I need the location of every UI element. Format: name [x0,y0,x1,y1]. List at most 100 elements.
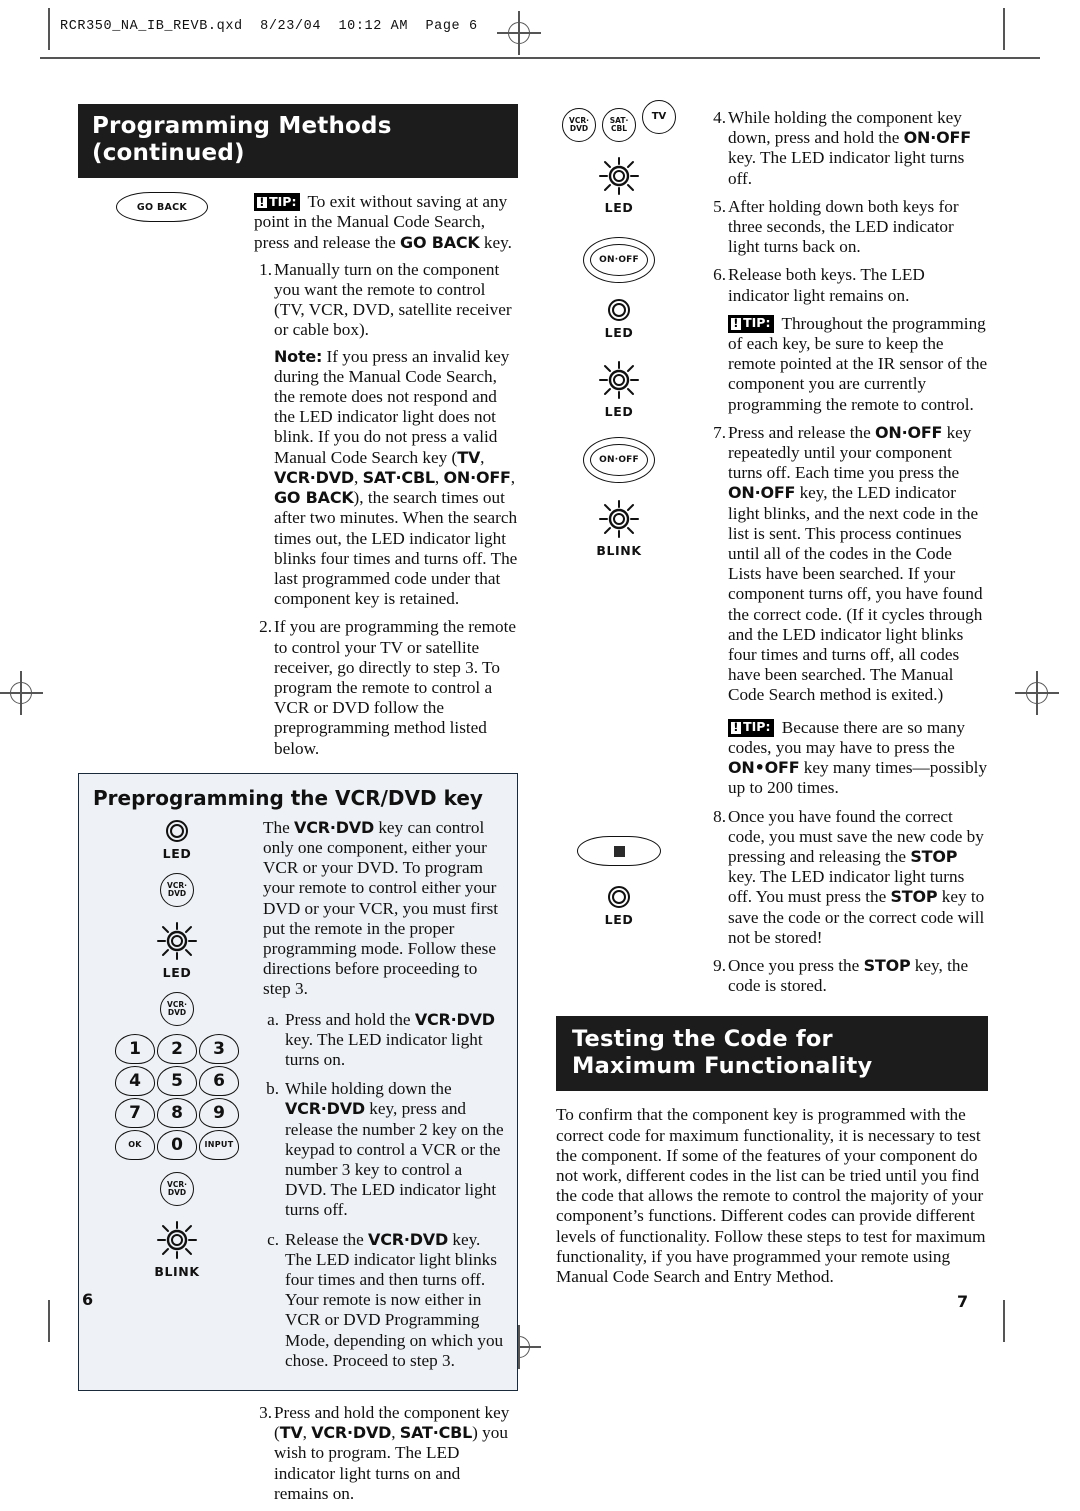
number-keypad-icon: 1 2 3 4 5 6 7 8 9 OK 0 INPUT [115,1033,239,1160]
stop-key-icon [577,836,661,866]
panel-text: The VCR·DVD key can control only one com… [263,818,505,1371]
step-2: 2. If you are programming the remote to … [254,617,518,758]
step-9-number: 9. [713,955,726,975]
step-5-number: 5. [713,196,726,216]
panel-icon-gutter: LED VCR· DVD LED VCR· DVD 1 2 3 4 5 6 7 … [97,818,257,1279]
step-4-text-b: key. The LED indicator light turns off. [728,148,965,188]
on-off-key-icon-2: ON·OFF [583,437,655,483]
vcr-dvd-key-icon-3: VCR· DVD [160,1171,194,1206]
led-label-6: LED [604,912,634,927]
trim-mark-bottom-right [1003,1300,1005,1342]
trim-mark-bottom-left [48,1300,50,1342]
on-off-key-icon-1: ON·OFF [583,237,655,283]
banner-line-2: Maximum Functionality [572,1052,873,1079]
step-9: 9. Once you press the STOP key, the code… [708,956,988,996]
vcr-dvd-key-label-2: VCR· DVD [167,1000,187,1017]
note-label: Note: [274,346,323,366]
led-blinking-icon-2 [157,1220,197,1259]
panel-step-b-number: b. [266,1079,279,1099]
numpad-key-5: 5 [157,1065,197,1096]
note-key-onoff: ON·OFF [443,467,511,487]
note-key-vcrdvd: VCR·DVD [274,467,354,487]
sat-cbl-key-icon: SAT· CBL [602,108,636,142]
registration-mark-top [497,11,541,55]
panel-step-c-text-1: Release the [285,1229,369,1249]
tip-paragraph-goback: ! TIP: To exit without saving at any poin… [254,192,518,253]
step-8-key-2: STOP [890,887,938,907]
tip-badge-label: TIP: [269,193,297,209]
step-1-text: Manually turn on the component you want … [274,259,512,340]
panel-step-a-text-1: Press and hold the [285,1009,415,1029]
component-key-row: VCR· DVD SAT· CBL TV [562,100,676,142]
panel-step-a-key: VCR·DVD [414,1009,495,1029]
step-4-key: ON·OFF [903,128,971,148]
on-off-key-label-2: ON·OFF [599,455,639,465]
left-column-text: ! TIP: To exit without saving at any poin… [254,192,518,758]
step-3-key-vcrdvd: VCR·DVD [311,1423,392,1443]
panel-step-list: a. Press and hold the VCR·DVD key. The L… [263,1010,505,1371]
step-8-key-1: STOP [910,846,958,866]
note-key-satcbl: SAT·CBL [362,467,436,487]
page-number-left: 6 [82,1290,94,1309]
step-3-key-tv: TV [279,1423,303,1443]
on-off-key-label-1: ON·OFF [599,255,639,265]
step-7-text-a: Press and release the [728,422,875,442]
stop-square-glyph [613,845,625,857]
step-4: 4. While holding the component key down,… [708,108,988,189]
step-3-wrapper: 3. Press and hold the component key (TV,… [78,1403,518,1504]
section-banner-testing-code: Testing the Code for Maximum Functionali… [556,1016,988,1092]
blink-label-1: BLINK [154,1263,200,1279]
left-step-list: 1. Manually turn on the component you wa… [254,260,518,759]
step-6: 6. Release both keys. The LED indicator … [708,265,988,305]
step-8-number: 8. [713,806,726,826]
step-6-number: 6. [713,265,726,285]
step-7-key-2: ON·OFF [728,483,796,503]
header-rule [40,57,1040,59]
panel-step-c: c. Release the VCR·DVD key. The LED indi… [263,1230,505,1371]
document-page: RCR350_NA_IB_REVB.qxd 8/23/04 10:12 AM P… [0,0,1080,1503]
left-icon-gutter: GO BACK [78,192,246,223]
numpad-key-7: 7 [115,1097,155,1128]
numpad-key-3: 3 [199,1033,239,1064]
right-column-text: 4. While holding the component key down,… [708,100,988,996]
led-label-3: LED [604,200,634,215]
panel-step-c-key: VCR·DVD [368,1229,449,1249]
note-key-tv: TV [457,447,481,467]
step-2-text: If you are programming the remote to con… [274,617,516,758]
led-indicator-icon [166,819,188,842]
panel-step-c-number: c. [267,1229,279,1249]
tip-badge: ! TIP: [254,193,301,212]
numpad-key-6: 6 [199,1065,239,1096]
step-5-text: After holding down both keys for three s… [728,196,959,257]
vcr-dvd-key-label-right: VCR· DVD [569,116,589,133]
step-4-number: 4. [713,108,726,127]
step-3-key-satcbl: SAT·CBL [399,1423,473,1443]
step-3-block: 3. Press and hold the component key (TV,… [254,1403,518,1504]
banner-line-1: Testing the Code for [572,1026,833,1053]
led-indicator-icon-2 [608,299,630,321]
led-blinking-icon-1 [157,921,197,960]
tv-key-icon: TV [642,100,676,134]
trim-mark-top-right [1003,8,1005,50]
led-blinking-icon-3 [599,157,639,195]
step-8: 8. Once you have found the correct code,… [708,807,988,948]
led-label-4: LED [604,325,634,340]
numpad-key-1: 1 [115,1033,155,1064]
tip-bang-3: ! [731,722,741,734]
vcr-dvd-key-icon-2: VCR· DVD [160,991,194,1026]
tip-bang: ! [257,196,267,209]
tv-key-label: TV [651,110,667,122]
panel-inner: LED VCR· DVD LED VCR· DVD 1 2 3 4 5 6 7 … [91,818,505,1371]
right-column-top: VCR· DVD SAT· CBL TV LED ON·OFF LED LED … [556,100,988,996]
numpad-key-4: 4 [115,1065,155,1096]
go-back-key-icon: GO BACK [116,192,208,223]
vcr-dvd-key-icon-right: VCR· DVD [562,108,596,142]
tip-bold-goback: GO BACK [400,232,480,252]
step-1: 1. Manually turn on the component you wa… [254,260,518,609]
led-blinking-icon-4 [599,361,639,399]
panel-intro-a: The [263,817,295,837]
step-7-text-c: key, the LED indicator light blinks, and… [728,483,983,705]
panel-step-a-number: a. [267,1009,279,1029]
tip-badge-3: ! TIP: [728,718,775,737]
right-step-list-3: 8. Once you have found the correct code,… [708,807,988,997]
